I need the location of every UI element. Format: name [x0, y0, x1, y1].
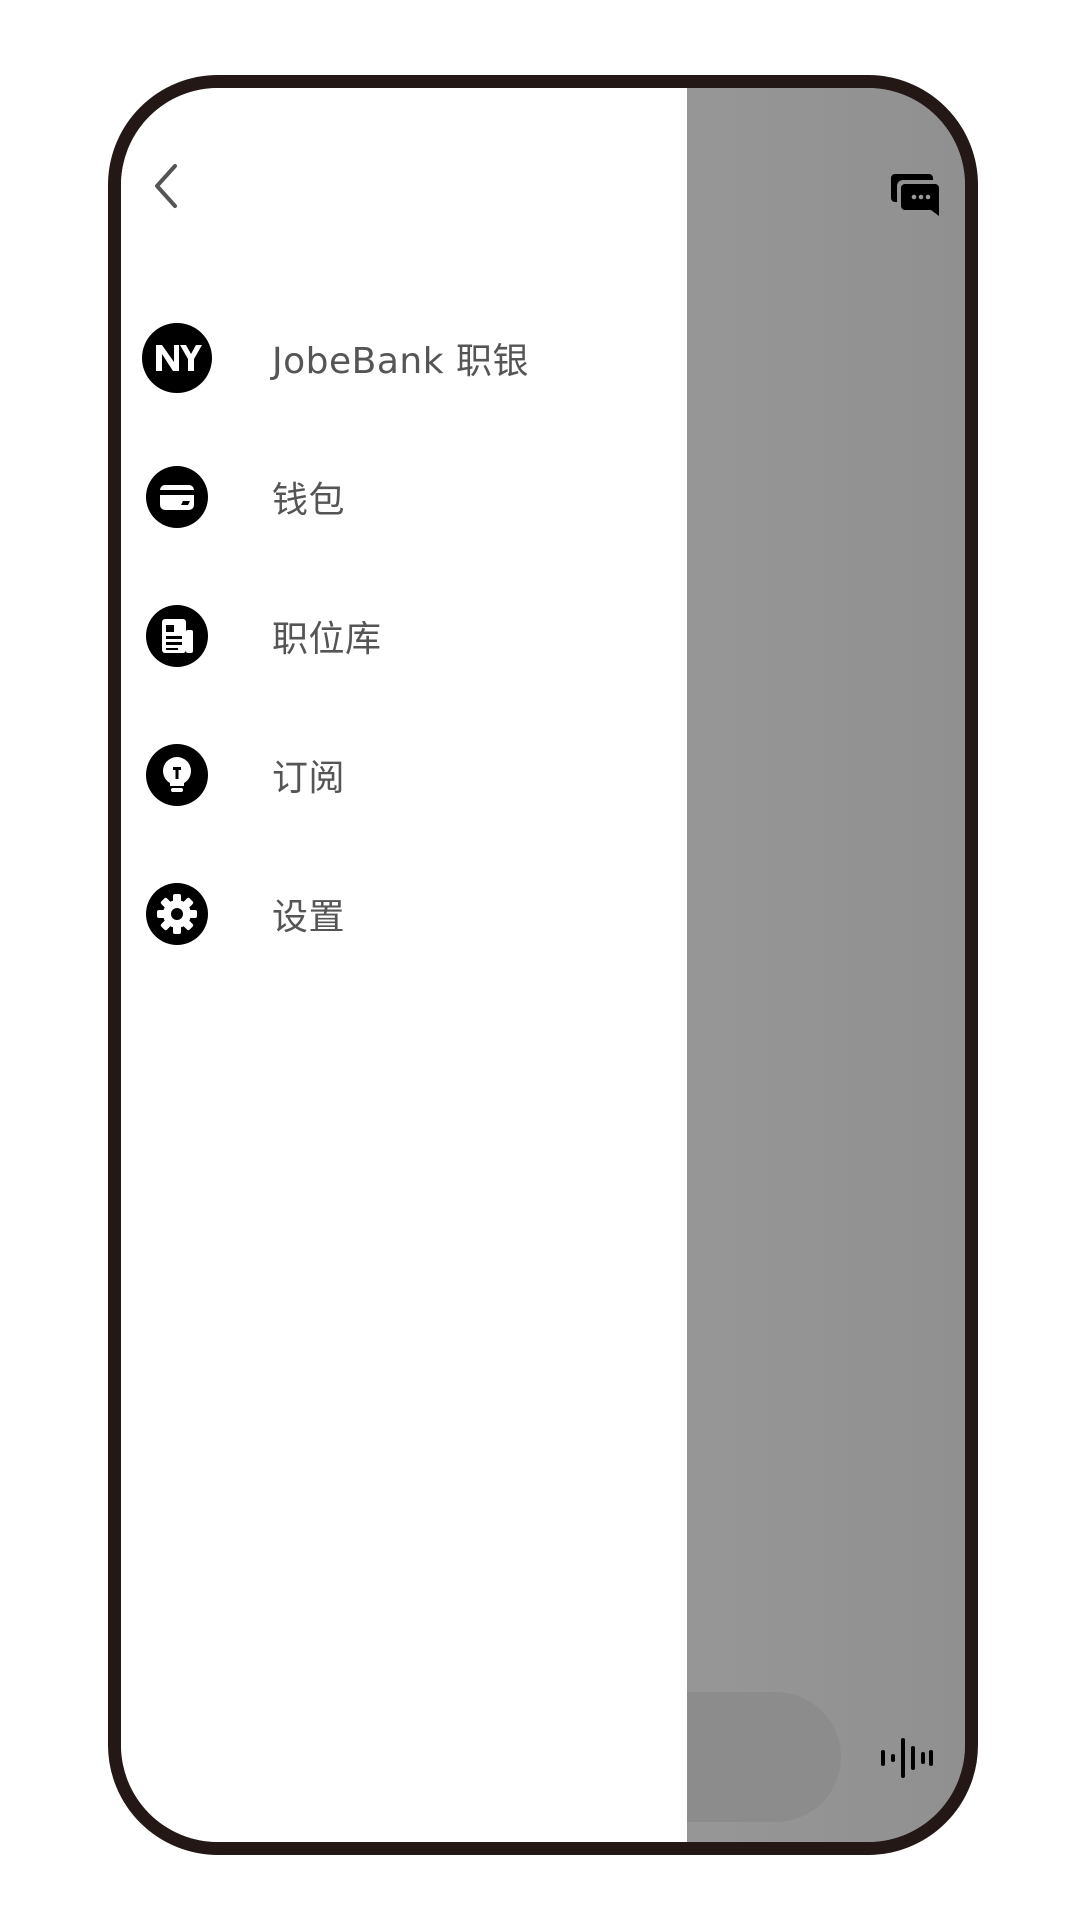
menu-item-settings[interactable]: 设置: [121, 844, 687, 983]
back-button[interactable]: [141, 158, 191, 214]
ny-logo-icon: [142, 322, 212, 393]
menu-label: 职位库: [272, 618, 382, 660]
menu-item-jobebank[interactable]: JobeBank 职银: [121, 288, 687, 427]
menu-label: JobeBank 职银: [272, 340, 530, 382]
gear-icon: [142, 879, 212, 949]
phone-frame: JobeBank 职银 钱包 职位库 订阅 设置: [108, 75, 978, 1855]
menu-item-job-library[interactable]: 职位库: [121, 566, 687, 705]
lightbulb-icon: [142, 740, 212, 810]
navigation-drawer: JobeBank 职银 钱包 职位库 订阅 设置: [121, 88, 687, 1842]
chevron-left-icon: [155, 164, 177, 208]
chat-bubbles-icon[interactable]: [889, 168, 943, 222]
menu-item-wallet[interactable]: 钱包: [121, 427, 687, 566]
wallet-icon: [142, 462, 212, 532]
voice-waveform-icon[interactable]: [879, 1734, 935, 1782]
menu-label: 设置: [272, 896, 346, 938]
menu-label: 订阅: [272, 757, 346, 799]
drawer-menu: JobeBank 职银 钱包 职位库 订阅 设置: [121, 288, 687, 983]
menu-item-subscription[interactable]: 订阅: [121, 705, 687, 844]
document-icon: [142, 601, 212, 671]
menu-label: 钱包: [272, 479, 346, 521]
